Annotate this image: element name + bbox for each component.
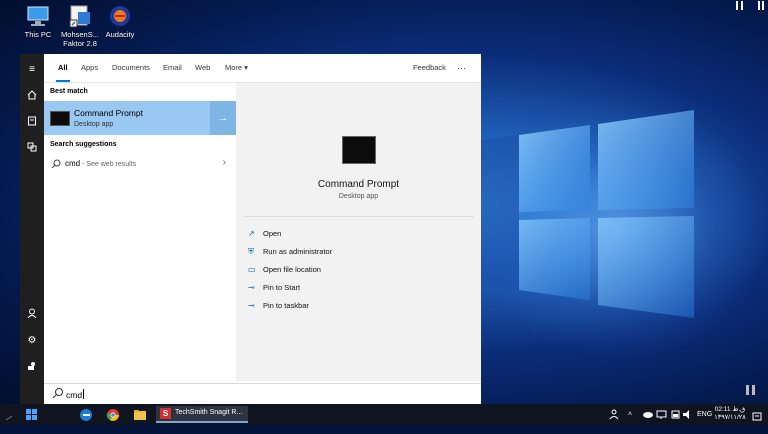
tab-all[interactable]: All [56, 54, 70, 82]
start-button[interactable] [22, 406, 42, 423]
search-suggestions-heading: Search suggestions [50, 141, 117, 148]
search-panel: All Apps Documents Email Web More ▾ Feed… [44, 54, 481, 404]
suggestion-query: cmd [65, 159, 81, 168]
search-icon [51, 159, 61, 169]
more-options-button[interactable]: ··· [457, 54, 466, 82]
corner-decoration [728, 0, 768, 12]
start-rail: ≡ ⚙ [20, 54, 44, 404]
desktop-icon-audacity[interactable]: Audacity [94, 4, 146, 39]
action-pin-to-start[interactable]: ⊸ Pin to Start [248, 283, 300, 297]
action-center-icon[interactable] [752, 409, 762, 421]
home-icon[interactable] [20, 86, 44, 106]
tab-more[interactable]: More ▾ [225, 54, 248, 82]
file-explorer-icon[interactable] [130, 406, 150, 423]
best-match-subtitle: Desktop app [74, 121, 114, 128]
audacity-icon [106, 4, 134, 28]
pause-icon[interactable] [744, 383, 758, 395]
tiny-cursor-icon [2, 406, 18, 423]
volume-icon[interactable] [682, 404, 694, 425]
tab-documents[interactable]: Documents [112, 54, 150, 82]
pin-icon: ⊸ [248, 301, 255, 310]
pin-icon: ⊸ [248, 283, 255, 292]
snagit-icon: S [160, 408, 171, 419]
feedback-link[interactable]: Feedback [413, 54, 446, 82]
edge-browser-icon[interactable] [76, 406, 96, 423]
clock-date: ۱۳۹۷/۱۱/۲۸ [714, 414, 746, 421]
preview-title: Command Prompt [317, 179, 400, 190]
preview-subtitle: Desktop app [338, 193, 379, 200]
clock[interactable]: 02:11 ق.ظ ۱۳۹۷/۱۱/۲۸ [712, 406, 748, 422]
onedrive-cloud-icon[interactable] [642, 404, 654, 425]
documents-icon[interactable] [20, 112, 44, 132]
search-tabs: All Apps Documents Email Web More ▾ Feed… [44, 54, 481, 83]
settings-gear-icon[interactable]: ⚙ [20, 331, 44, 351]
command-prompt-icon [50, 111, 70, 126]
preview-divider [244, 216, 474, 217]
people-icon[interactable] [608, 404, 620, 425]
language-indicator[interactable]: ENG [697, 404, 713, 425]
action-pin-to-taskbar[interactable]: ⊸ Pin to taskbar [248, 301, 309, 315]
command-prompt-large-icon [342, 136, 376, 164]
taskbar-snagit-button[interactable]: S TechSmith Snagit R... [156, 406, 248, 423]
tab-email[interactable]: Email [163, 54, 182, 82]
app-shortcut-icon [66, 4, 94, 28]
chevron-up-icon[interactable]: ˄ [628, 404, 640, 425]
search-query-text: cmd [66, 390, 83, 400]
tab-apps[interactable]: Apps [81, 54, 98, 82]
feedback-person-icon[interactable] [20, 357, 44, 377]
results-list: Best match Command Prompt Desktop app → … [44, 83, 236, 381]
chevron-right-icon: › [222, 157, 226, 168]
suggestion-hint: - See web results [80, 161, 137, 168]
chrome-icon[interactable] [103, 406, 123, 423]
folder-location-icon: ▭ [248, 265, 256, 274]
desktop-icon-label: Audacity [105, 30, 135, 39]
action-open-file-location[interactable]: ▭ Open file location [248, 265, 321, 279]
snagit-label: TechSmith Snagit R... [175, 409, 243, 416]
search-icon [52, 388, 63, 399]
user-icon[interactable] [20, 304, 44, 324]
clock-time: 02:11 ق.ظ [714, 406, 746, 413]
action-run-as-administrator[interactable]: ⛨ Run as administrator [248, 247, 332, 261]
taskbar: S TechSmith Snagit R... ˄ ENG 02:11 ق.ظ … [0, 404, 768, 425]
network-icon[interactable] [656, 404, 668, 425]
action-open[interactable]: ↗ Open [248, 229, 281, 243]
apps-icon[interactable] [20, 138, 44, 158]
web-suggestion-item[interactable]: cmd - See web results › [44, 155, 236, 173]
open-icon: ↗ [248, 229, 255, 238]
computer-icon [24, 4, 52, 28]
admin-shield-icon: ⛨ [248, 247, 254, 256]
hamburger-menu-icon[interactable]: ≡ [20, 60, 44, 80]
best-match-title: Command Prompt [74, 108, 143, 118]
best-match-item[interactable]: Command Prompt Desktop app → [44, 101, 236, 135]
preview-pane: Command Prompt Desktop app ↗ Open ⛨ Run as… [236, 83, 481, 381]
best-match-heading: Best match [50, 88, 88, 95]
text-caret [83, 389, 85, 399]
windows-start-icon [26, 409, 37, 420]
search-input[interactable]: cmd [44, 383, 481, 405]
expand-arrow-button[interactable]: → [210, 101, 236, 135]
tab-web[interactable]: Web [195, 54, 210, 82]
battery-icon[interactable] [670, 404, 682, 425]
arrow-right-icon: → [217, 112, 229, 124]
